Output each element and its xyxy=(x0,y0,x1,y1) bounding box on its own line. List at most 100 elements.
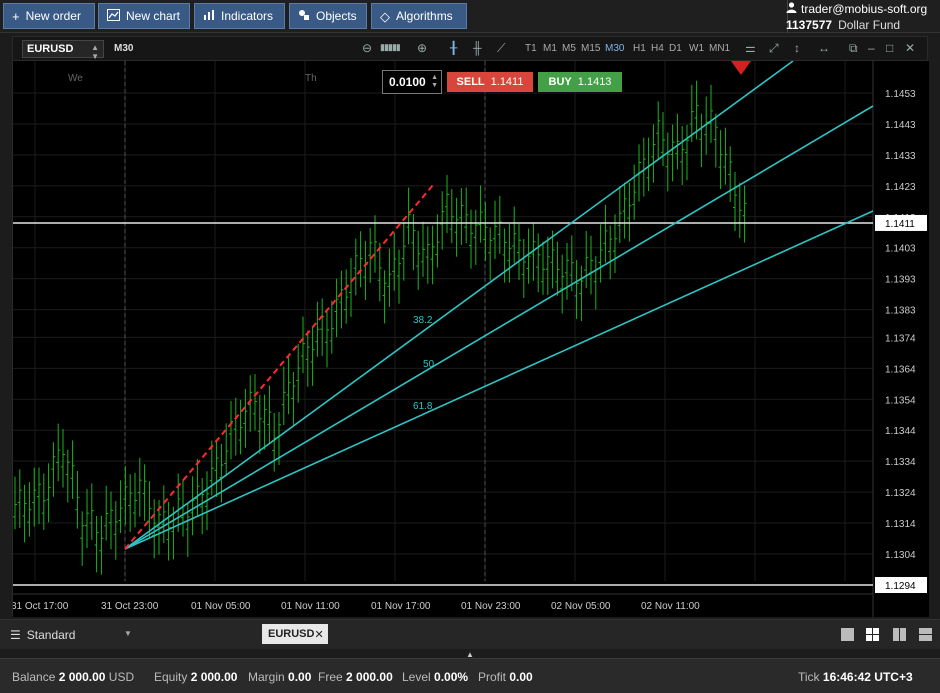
balance: Balance 2 000.00 USD xyxy=(12,670,134,684)
time-tick-label: 31 Oct 23:00 xyxy=(101,601,159,612)
price-chart[interactable]: We Th 1.1453 1.1443 1.1433 1.1423 1.1413 1.1403… xyxy=(13,61,929,617)
zoom-slider[interactable]: ▮▮▮▮▮ xyxy=(380,42,401,53)
time-tick-label: 31 Oct 17:00 xyxy=(13,601,69,612)
minimize-icon[interactable]: – xyxy=(868,41,875,55)
lot-size-input[interactable]: 0.0100 ▲ ▼ xyxy=(382,70,442,94)
expand-panel-icon[interactable]: ▲ xyxy=(464,650,476,659)
layout-grid-icon[interactable] xyxy=(866,628,879,641)
time-tick-label: 01 Nov 17:00 xyxy=(371,601,431,612)
price-tick-label: 1.1354 xyxy=(885,395,916,406)
margin: Margin 0.00 xyxy=(248,670,311,684)
time-tick-label: 02 Nov 05:00 xyxy=(551,601,611,612)
price-tick-label: 1.1324 xyxy=(885,488,916,499)
price-tick-label: 1.1443 xyxy=(885,120,916,131)
timeframe-m15[interactable]: M15 xyxy=(581,43,600,54)
diamond-icon: ◇ xyxy=(380,8,390,24)
user-icon xyxy=(786,2,797,16)
margin-value: 0.00 xyxy=(288,670,312,684)
buy-button[interactable]: BUY 1.1413 xyxy=(538,72,622,92)
objects-label: Objects xyxy=(316,9,357,23)
timeframe-m30[interactable]: M30 xyxy=(605,43,624,54)
status-bar: Balance 2 000.00 USD Equity 2 000.00 Mar… xyxy=(0,658,940,693)
scale-icon[interactable]: ⤢ xyxy=(769,41,779,56)
price-tick-label: 1.1364 xyxy=(885,364,916,375)
price-tick-label: 1.1344 xyxy=(885,426,916,437)
equity-label: Equity xyxy=(154,670,188,684)
indicators-label: Indicators xyxy=(221,9,274,23)
chart-header: EURUSD ▲ ▼ M30 ⊖ ▮▮▮▮▮ ⊕ ╂ ╫ ⟋ T1 M1 M5 M15 M… xyxy=(13,37,927,61)
margin-level: Level 0.00% xyxy=(402,670,468,684)
layout-single-icon[interactable] xyxy=(841,628,854,641)
fib-level-label: 61.8 xyxy=(413,401,433,412)
spinner-icon: ▲ ▼ xyxy=(91,43,99,61)
buy-label: BUY xyxy=(548,76,572,88)
level-label: Level xyxy=(402,670,431,684)
timezone-select[interactable]: UTC+3 xyxy=(874,670,912,684)
tick-label: Tick xyxy=(798,670,820,684)
price-tick-label: 1.1374 xyxy=(885,333,916,344)
timeframe-m1[interactable]: M1 xyxy=(543,43,557,54)
zoom-in-icon[interactable]: ⊕ xyxy=(417,41,427,55)
buy-price: 1.1413 xyxy=(577,76,612,88)
lot-spinner-icon[interactable]: ▲ ▼ xyxy=(431,74,438,90)
account-info[interactable]: trader@mobius-soft.org 1137577 Dollar Fun… xyxy=(786,2,934,32)
candle-type-icon[interactable]: ╫ xyxy=(473,41,482,55)
layout-columns-icon[interactable] xyxy=(893,628,906,641)
price-tick-label: 1.1423 xyxy=(885,182,916,193)
timeframe-t1[interactable]: T1 xyxy=(525,43,537,54)
price-tick-label: 1.1334 xyxy=(885,457,916,468)
sell-button[interactable]: SELL 1.1411 xyxy=(447,72,533,92)
objects-button[interactable]: Objects xyxy=(289,3,367,29)
price-tick-label: 1.1433 xyxy=(885,151,916,162)
trading-app: + New order New chart Indicators Objects… xyxy=(0,0,940,693)
timeframe-mn1[interactable]: MN1 xyxy=(709,43,730,54)
free-margin: Free 2 000.00 xyxy=(318,670,393,684)
free-label: Free xyxy=(318,670,343,684)
layout-rows-icon[interactable] xyxy=(919,628,932,641)
new-order-button[interactable]: + New order xyxy=(3,3,95,29)
timeframe-h1[interactable]: H1 xyxy=(633,43,646,54)
low-price-label: 1.1294 xyxy=(885,581,916,592)
plus-icon: + xyxy=(12,8,20,24)
indicators-button[interactable]: Indicators xyxy=(194,3,285,29)
profit-label: Profit xyxy=(478,670,507,684)
detach-icon[interactable]: ⧉ xyxy=(849,41,858,56)
sell-price: 1.1411 xyxy=(490,76,524,88)
algorithms-label: Algorithms xyxy=(396,9,453,23)
symbol-select[interactable]: EURUSD ▲ ▼ xyxy=(22,40,104,61)
current-price-label: 1.1411 xyxy=(885,219,915,230)
price-tick-label: 1.1304 xyxy=(885,550,916,561)
new-chart-label: New chart xyxy=(126,9,181,23)
sell-label: SELL xyxy=(456,76,485,88)
bar-type-icon[interactable]: ╂ xyxy=(450,41,457,55)
layout-select[interactable]: ☰ Standard ▼ xyxy=(10,628,132,642)
fib-level-label: 50 xyxy=(423,359,435,370)
horizontal-scale-icon[interactable]: ↔ xyxy=(818,41,830,55)
user-row: trader@mobius-soft.org xyxy=(786,2,934,16)
timeframe-w1[interactable]: W1 xyxy=(689,43,704,54)
timeframe-h4[interactable]: H4 xyxy=(651,43,664,54)
fund-name: Dollar Fund xyxy=(838,18,901,32)
timeframe-m5[interactable]: M5 xyxy=(562,43,576,54)
maximize-icon[interactable]: □ xyxy=(886,41,893,55)
tick-value: 16:46:42 xyxy=(822,670,871,684)
top-toolbar: + New order New chart Indicators Objects… xyxy=(0,0,940,33)
zoom-out-icon[interactable]: ⊖ xyxy=(362,41,372,55)
time-tick-label: 02 Nov 11:00 xyxy=(641,601,700,612)
chart-settings-icon[interactable]: ⚌ xyxy=(745,41,756,55)
new-chart-button[interactable]: New chart xyxy=(98,3,190,29)
menu-icon: ☰ xyxy=(10,628,21,642)
time-tick-label: 01 Nov 11:00 xyxy=(281,601,340,612)
symbol-tab[interactable]: EURUSD ✕ xyxy=(262,624,328,644)
margin-label: Margin xyxy=(248,670,285,684)
profit-value: 0.00 xyxy=(509,670,533,684)
algorithms-button[interactable]: ◇ Algorithms xyxy=(371,3,467,29)
new-order-label: New order xyxy=(25,9,81,23)
close-icon[interactable]: ✕ xyxy=(905,41,915,55)
close-tab-icon[interactable]: ✕ xyxy=(314,628,323,641)
vertical-scale-icon[interactable]: ↕ xyxy=(794,41,800,55)
time-tick-label: 01 Nov 23:00 xyxy=(461,601,521,612)
line-type-icon[interactable]: ⟋ xyxy=(497,41,505,56)
balance-label: Balance xyxy=(12,670,56,684)
timeframe-d1[interactable]: D1 xyxy=(669,43,682,54)
